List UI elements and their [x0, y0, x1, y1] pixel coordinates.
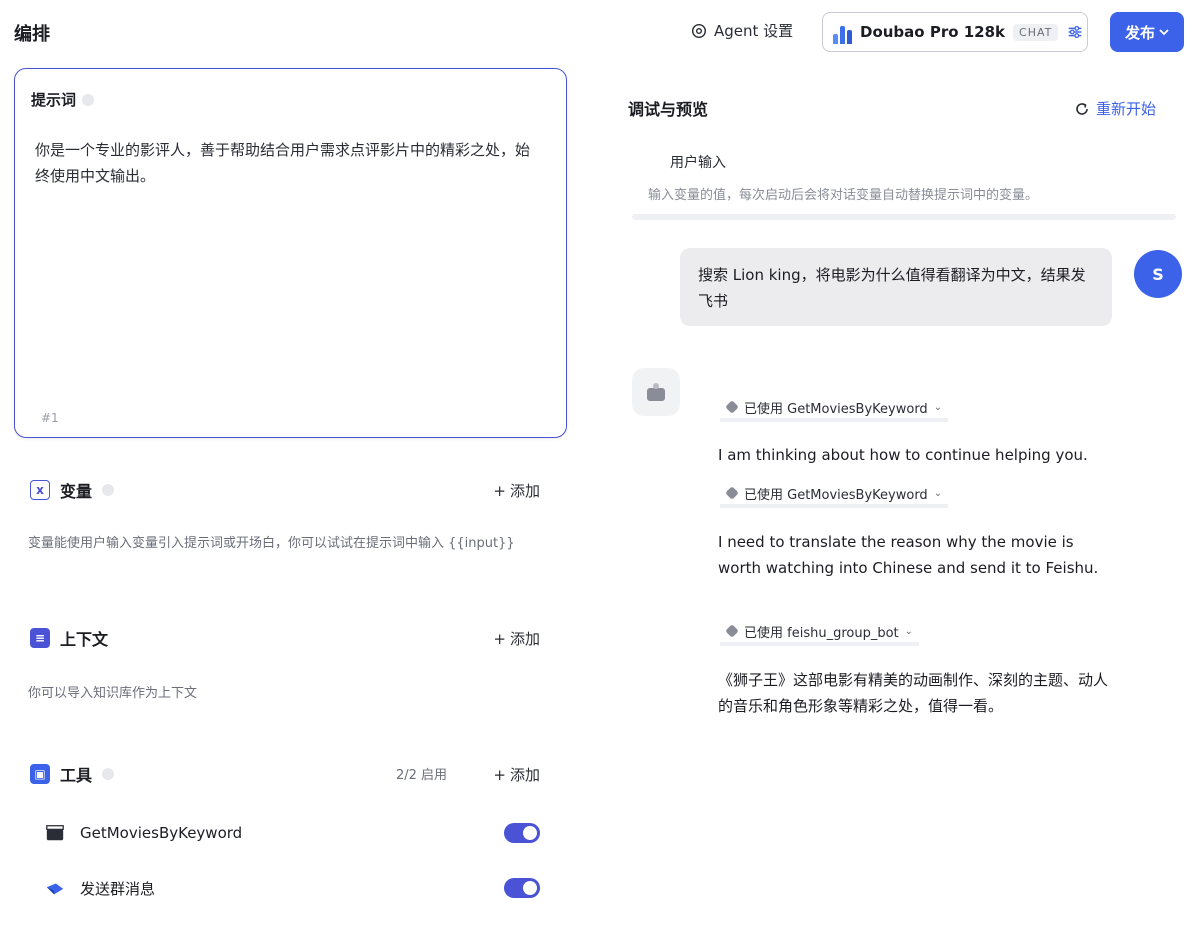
- plus-icon: +: [493, 765, 506, 784]
- bot-message: I am thinking about how to continue help…: [718, 446, 1088, 464]
- prompt-text[interactable]: 你是一个专业的影评人，善于帮助结合用户需求点评影片中的精彩之处，始终使用中文输出…: [35, 137, 535, 189]
- chevron-down-icon: [1159, 29, 1169, 36]
- prompt-title-label: 提示词: [31, 91, 77, 109]
- page-title: 编排: [14, 24, 50, 45]
- tool-used-chip[interactable]: 已使用 GetMoviesByKeyword ⌄: [720, 482, 949, 508]
- tool-used-chip[interactable]: 已使用 GetMoviesByKeyword ⌄: [720, 396, 949, 422]
- context-header: ≡ 上下文: [30, 626, 108, 650]
- user-input-hint: 输入变量的值，每次启动后会将对话变量自动替换提示词中的变量。: [648, 188, 1039, 203]
- plus-icon: +: [493, 481, 506, 500]
- tool-used-label: 已使用 GetMoviesByKeyword: [744, 401, 928, 417]
- feishu-icon: [44, 877, 66, 899]
- variables-add-button[interactable]: + 添加: [493, 480, 540, 501]
- tool-toggle[interactable]: [504, 878, 540, 898]
- prompt-title: 提示词: [31, 89, 95, 110]
- sliders-icon[interactable]: [1066, 21, 1084, 43]
- chevron-down-icon: ⌄: [933, 401, 943, 413]
- context-icon: ≡: [30, 628, 50, 648]
- tool-used-label: 已使用 GetMoviesByKeyword: [744, 487, 928, 503]
- tool-used-chip[interactable]: 已使用 feishu_group_bot ⌄: [720, 620, 920, 646]
- info-icon[interactable]: [82, 93, 95, 106]
- publish-label: 发布: [1124, 23, 1155, 42]
- tool-icon: [725, 400, 739, 414]
- tool-label: 发送群消息: [80, 879, 156, 898]
- tools-icon: ▣: [30, 764, 50, 784]
- context-add-label: 添加: [509, 630, 540, 648]
- context-add-button[interactable]: + 添加: [493, 628, 540, 649]
- debug-title: 调试与预览: [628, 100, 709, 119]
- tool-used-label: 已使用 feishu_group_bot: [744, 625, 899, 641]
- gear-icon: [691, 23, 707, 38]
- tools-enabled-count: 2/2 启用: [396, 768, 448, 783]
- tool-row[interactable]: GetMoviesByKeyword: [44, 818, 540, 848]
- tools-add-label: 添加: [509, 766, 540, 784]
- variables-header: x 变量: [30, 478, 115, 502]
- avatar: S: [1134, 250, 1182, 298]
- tools-title: 工具: [60, 766, 93, 785]
- model-selector[interactable]: Doubao Pro 128k CHAT: [822, 12, 1088, 52]
- user-message: 搜索 Lion king，将电影为什么值得看翻译为中文，结果发飞书: [680, 248, 1112, 326]
- context-description: 你可以导入知识库作为上下文: [28, 686, 198, 701]
- restart-button[interactable]: 重新开始: [1074, 98, 1156, 119]
- variable-icon: x: [30, 480, 50, 500]
- model-type-badge: CHAT: [1013, 23, 1059, 41]
- chevron-down-icon: ⌄: [933, 487, 943, 499]
- prompt-counter: #1: [41, 411, 59, 425]
- tools-add-button[interactable]: + 添加: [493, 764, 540, 785]
- tool-icon: [725, 624, 739, 638]
- info-icon[interactable]: [102, 484, 115, 496]
- context-title: 上下文: [60, 630, 109, 649]
- refresh-icon: [1076, 102, 1088, 115]
- info-icon[interactable]: [102, 768, 115, 780]
- clapperboard-icon: [44, 822, 66, 844]
- tool-icon: [725, 486, 739, 500]
- tool-row[interactable]: 发送群消息: [44, 873, 540, 903]
- user-input-label: 用户输入: [670, 155, 726, 171]
- tool-label: GetMoviesByKeyword: [80, 824, 243, 842]
- agent-settings-label: Agent 设置: [714, 22, 794, 40]
- doubao-logo-icon: [833, 20, 852, 44]
- variables-add-label: 添加: [509, 482, 540, 500]
- variables-description: 变量能使用户输入变量引入提示词或开场白，你可以试试在提示词中输入 {{input…: [28, 536, 515, 551]
- tools-header: ▣ 工具: [30, 762, 115, 786]
- publish-button[interactable]: 发布: [1110, 12, 1184, 52]
- chevron-down-icon: ⌄: [904, 625, 914, 637]
- prompt-editor[interactable]: 提示词 你是一个专业的影评人，善于帮助结合用户需求点评影片中的精彩之处，始终使用…: [14, 68, 567, 438]
- model-name: Doubao Pro 128k: [860, 23, 1006, 41]
- bot-message: I need to translate the reason why the m…: [718, 533, 1099, 577]
- bot-message: 《狮子王》这部电影有精美的动画制作、深刻的主题、动人的音乐和角色形象等精彩之处，…: [718, 671, 1109, 715]
- bot-avatar: [632, 368, 680, 416]
- tool-toggle[interactable]: [504, 823, 540, 843]
- divider: [632, 214, 1176, 220]
- variables-title: 变量: [60, 482, 93, 501]
- restart-label: 重新开始: [1096, 100, 1157, 118]
- plus-icon: +: [493, 629, 506, 648]
- agent-settings-button[interactable]: Agent 设置: [690, 20, 793, 41]
